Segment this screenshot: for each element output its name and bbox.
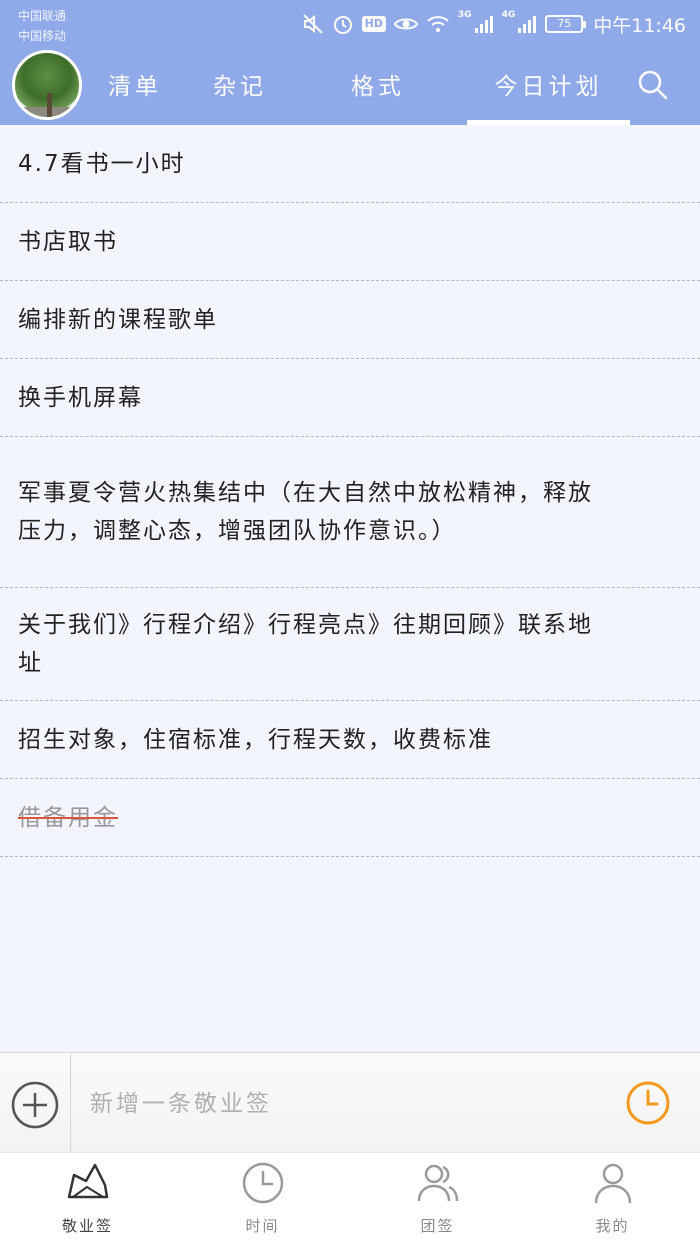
divider — [70, 1053, 71, 1153]
new-note-bar — [0, 1052, 700, 1153]
list-item[interactable]: 4.7看书一小时 — [0, 125, 700, 203]
nav-item-time[interactable]: 时间 — [175, 1153, 350, 1244]
new-note-input[interactable] — [90, 1083, 590, 1125]
signal-icon-2 — [517, 14, 537, 34]
note-icon — [67, 1163, 109, 1199]
list-item-text: 书店取书 — [18, 228, 118, 255]
mute-icon — [302, 13, 324, 35]
plus-circle-icon — [11, 1081, 59, 1129]
battery-indicator: 75 — [545, 15, 587, 33]
list-item[interactable]: 编排新的课程歌单 — [0, 281, 700, 359]
list-item-text: 换手机屏幕 — [18, 384, 143, 411]
tab-zaji[interactable]: 杂记 — [205, 50, 275, 125]
status-time: 中午11:46 — [593, 14, 686, 37]
list-item[interactable]: 招生对象，住宿标准，行程天数，收费标准 — [0, 701, 700, 779]
network-type-2: 4G — [501, 10, 516, 20]
nav-label: 我的 — [595, 1217, 630, 1235]
carrier-label-1: 中国联通 — [18, 9, 67, 23]
nav-label: 时间 — [245, 1217, 280, 1235]
list-item-text: 编排新的课程歌单 — [18, 306, 218, 333]
list-item-text: 军事夏令营火热集结中（在大自然中放松精神，释放压力，调整心态，增强团队协作意识。… — [18, 480, 593, 544]
alarm-icon — [332, 13, 354, 35]
list-item-text: 招生对象，住宿标准，行程天数，收费标准 — [18, 726, 493, 753]
bottom-navigation: 敬业签 时间 团签 我的 — [0, 1152, 700, 1244]
list-item[interactable]: 书店取书 — [0, 203, 700, 281]
reminder-button[interactable] — [625, 1080, 671, 1126]
app-header: 中国联通 中国移动 HD 3G 4G 75 中午11:46 清单 杂记 格式 今… — [0, 0, 700, 125]
wifi-icon — [426, 14, 450, 34]
network-type-1: 3G — [457, 10, 472, 20]
add-button[interactable] — [10, 1080, 60, 1130]
status-icons: HD 3G 4G 75 中午11:46 — [302, 8, 686, 40]
list-item[interactable]: 换手机屏幕 — [0, 359, 700, 437]
eye-icon — [393, 15, 418, 33]
list-item-completed[interactable]: 借备用金 — [0, 779, 700, 857]
nav-item-profile[interactable]: 我的 — [525, 1153, 700, 1244]
signal-icon-1 — [474, 14, 494, 34]
nav-item-jingyeqian[interactable]: 敬业签 — [0, 1153, 175, 1244]
tab-bar: 清单 杂记 格式 今日计划 — [0, 50, 700, 125]
search-icon — [638, 70, 668, 100]
clock-icon — [242, 1162, 284, 1204]
nav-label: 团签 — [420, 1217, 455, 1235]
note-list: 4.7看书一小时 书店取书 编排新的课程歌单 换手机屏幕 军事夏令营火热集结中（… — [0, 125, 700, 857]
nav-item-team[interactable]: 团签 — [350, 1153, 525, 1244]
clock-icon — [626, 1081, 670, 1125]
status-bar: 中国联通 中国移动 HD 3G 4G 75 中午11:46 — [0, 0, 700, 46]
list-item-text: 4.7看书一小时 — [18, 150, 186, 177]
hd-badge: HD — [361, 16, 386, 32]
list-item-text: 借备用金 — [18, 804, 118, 831]
search-button[interactable] — [636, 68, 670, 102]
tab-geshi[interactable]: 格式 — [343, 50, 413, 125]
list-item-text: 关于我们》行程介绍》行程亮点》往期回顾》联系地址 — [18, 612, 593, 676]
nav-label: 敬业签 — [61, 1217, 113, 1235]
list-item[interactable]: 关于我们》行程介绍》行程亮点》往期回顾》联系地址 — [0, 588, 700, 701]
profile-icon — [594, 1163, 632, 1204]
carrier-label-2: 中国移动 — [18, 29, 67, 43]
tab-today-plan[interactable]: 今日计划 — [467, 50, 630, 125]
list-item[interactable]: 军事夏令营火热集结中（在大自然中放松精神，释放压力，调整心态，增强团队协作意识。… — [0, 437, 700, 588]
tab-qingdan[interactable]: 清单 — [100, 50, 170, 125]
team-icon — [417, 1164, 459, 1202]
